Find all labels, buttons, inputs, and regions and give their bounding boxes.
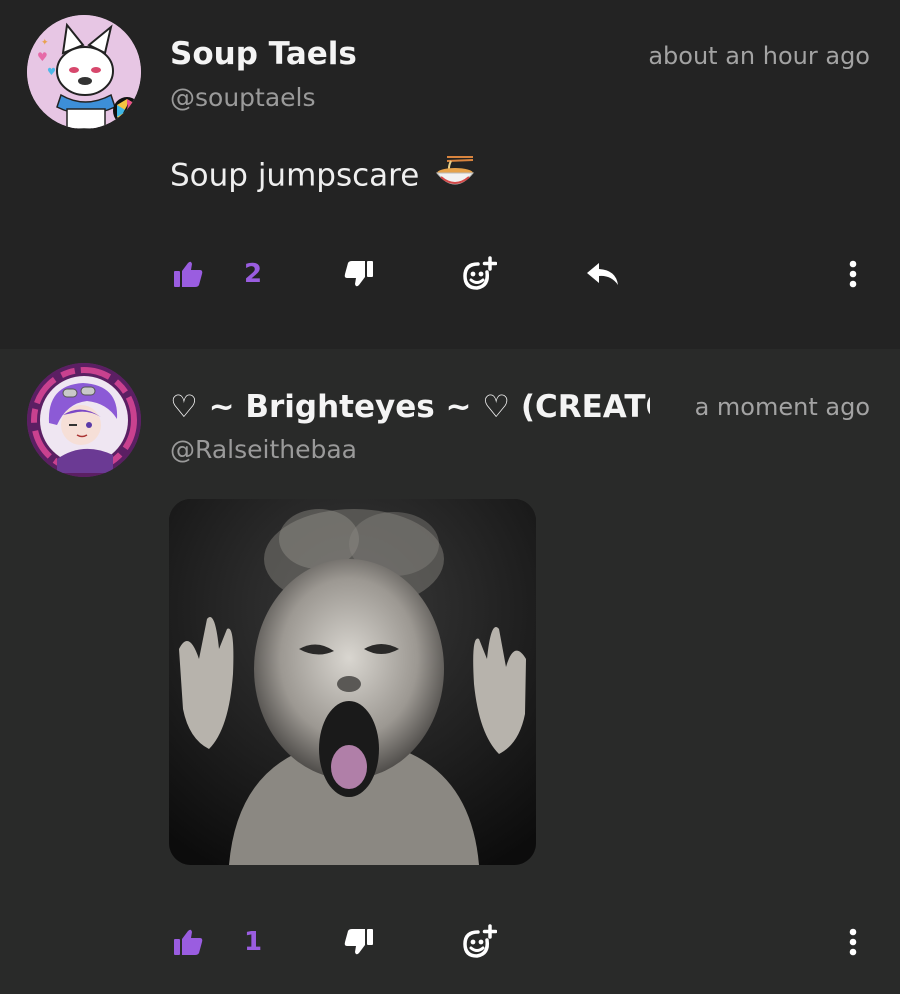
post-actions: 2 [0, 252, 900, 296]
add-reaction-button[interactable] [456, 920, 502, 964]
more-vertical-icon [849, 928, 857, 956]
thumbs-down-icon [344, 261, 373, 287]
post-card: ♡ ~ Brighteyes ~ ♡ (CREATOR) @Ralseitheb… [0, 349, 900, 994]
like-button[interactable] [168, 252, 208, 296]
thumbs-up-icon [174, 261, 203, 287]
add-emoji-icon [463, 256, 497, 290]
more-options-button[interactable] [836, 252, 870, 296]
avatar[interactable] [27, 363, 141, 477]
timestamp: a moment ago [694, 393, 870, 421]
author-name[interactable]: ♡ ~ Brighteyes ~ ♡ (CREATOR) [170, 389, 650, 425]
timestamp: about an hour ago [648, 42, 870, 70]
author-handle[interactable]: @souptaels [170, 83, 316, 112]
like-button[interactable] [168, 920, 208, 964]
svg-text:♥: ♥ [37, 50, 48, 64]
like-count: 2 [243, 259, 263, 289]
add-reaction-button[interactable] [456, 252, 502, 296]
post-image[interactable] [169, 499, 536, 865]
reply-button[interactable] [580, 252, 626, 296]
svg-text:✦: ✦ [41, 38, 49, 48]
ramen-bowl-icon [433, 155, 477, 199]
more-options-button[interactable] [836, 920, 870, 964]
like-count: 1 [243, 927, 263, 957]
thumbs-down-icon [344, 929, 373, 955]
avatar[interactable]: ♥ ♥ ✦ [27, 15, 141, 129]
thumbs-up-icon [174, 929, 203, 955]
reply-icon [587, 263, 618, 285]
dislike-button[interactable] [338, 920, 380, 964]
author-name[interactable]: Soup Taels [170, 36, 357, 72]
add-emoji-icon [463, 924, 497, 958]
author-handle[interactable]: @Ralseithebaa [170, 435, 357, 464]
dislike-button[interactable] [338, 252, 380, 296]
post-card: ♥ ♥ ✦ Soup Taels @souptaels about an hou… [0, 0, 900, 349]
post-text: Soup jumpscare [170, 155, 477, 199]
more-vertical-icon [849, 260, 857, 288]
post-text-body: Soup jumpscare [170, 157, 420, 194]
post-actions: 1 [0, 920, 900, 964]
svg-text:♥: ♥ [47, 67, 56, 78]
